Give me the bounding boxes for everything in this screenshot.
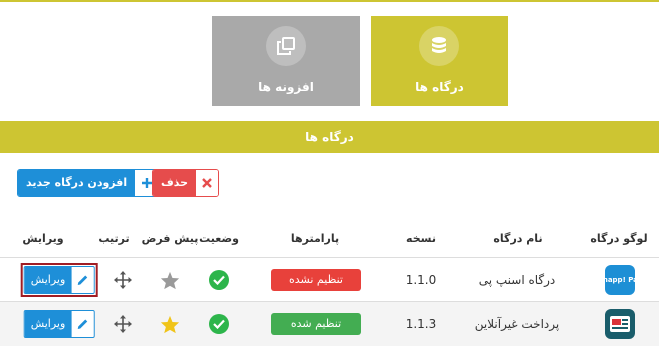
header-order: ترتیب — [98, 232, 130, 245]
top-accent-line — [0, 0, 659, 2]
star-icon[interactable] — [160, 315, 180, 334]
close-icon — [196, 170, 219, 196]
move-arrows-icon[interactable] — [114, 315, 132, 333]
star-icon[interactable] — [160, 271, 180, 290]
gateway-name: درگاه اسنپ پی — [478, 273, 556, 287]
check-circle-icon[interactable] — [209, 314, 229, 334]
tile-addons[interactable]: افزونه ها — [212, 16, 360, 106]
edit-label: ویرایش — [24, 267, 72, 293]
header-params: پارامترها — [290, 232, 340, 245]
params-status-badge[interactable]: تنظیم نشده — [271, 269, 361, 291]
offline-payment-logo — [605, 309, 635, 339]
check-circle-icon[interactable] — [209, 270, 229, 290]
pencil-icon — [71, 267, 94, 293]
params-status-badge[interactable]: تنظیم شده — [271, 313, 361, 335]
add-gateway-button[interactable]: افزودن درگاه جدید — [17, 169, 161, 197]
move-arrows-icon[interactable] — [114, 271, 132, 289]
header-default: پیش فرض — [141, 232, 199, 245]
table-row: Snapp! Pay درگاه اسنپ پی 1.1.0 تنظیم نشد… — [0, 258, 659, 302]
tile-gateways-label: درگاه ها — [415, 80, 464, 94]
edit-button[interactable]: ویرایش — [23, 310, 95, 338]
edit-label: ویرایش — [24, 311, 72, 337]
gateway-name: پرداخت غیرآنلاین — [474, 317, 560, 331]
snapp-pay-logo: Snapp! Pay — [605, 265, 635, 295]
table-row: پرداخت غیرآنلاین 1.1.3 تنظیم شده ویرایش — [0, 302, 659, 346]
header-logo: لوگو درگاه — [590, 232, 648, 245]
pencil-icon — [71, 311, 94, 337]
copy-icon — [266, 26, 306, 66]
header-name: نام درگاه — [493, 232, 543, 245]
tile-addons-label: افزونه ها — [258, 80, 314, 94]
section-title: درگاه ها — [0, 121, 659, 153]
database-icon — [419, 26, 459, 66]
header-status: وضعیت — [199, 232, 239, 245]
delete-button[interactable]: حذف — [152, 169, 220, 197]
tile-gateways[interactable]: درگاه ها — [371, 16, 508, 106]
header-edit: ویرایش — [22, 232, 64, 245]
delete-label: حذف — [153, 170, 197, 196]
header-version: نسخه — [406, 232, 436, 245]
add-gateway-label: افزودن درگاه جدید — [18, 170, 136, 196]
gateway-version: 1.1.3 — [405, 317, 437, 331]
gateway-version: 1.1.0 — [405, 273, 437, 287]
edit-button[interactable]: ویرایش — [23, 266, 95, 294]
